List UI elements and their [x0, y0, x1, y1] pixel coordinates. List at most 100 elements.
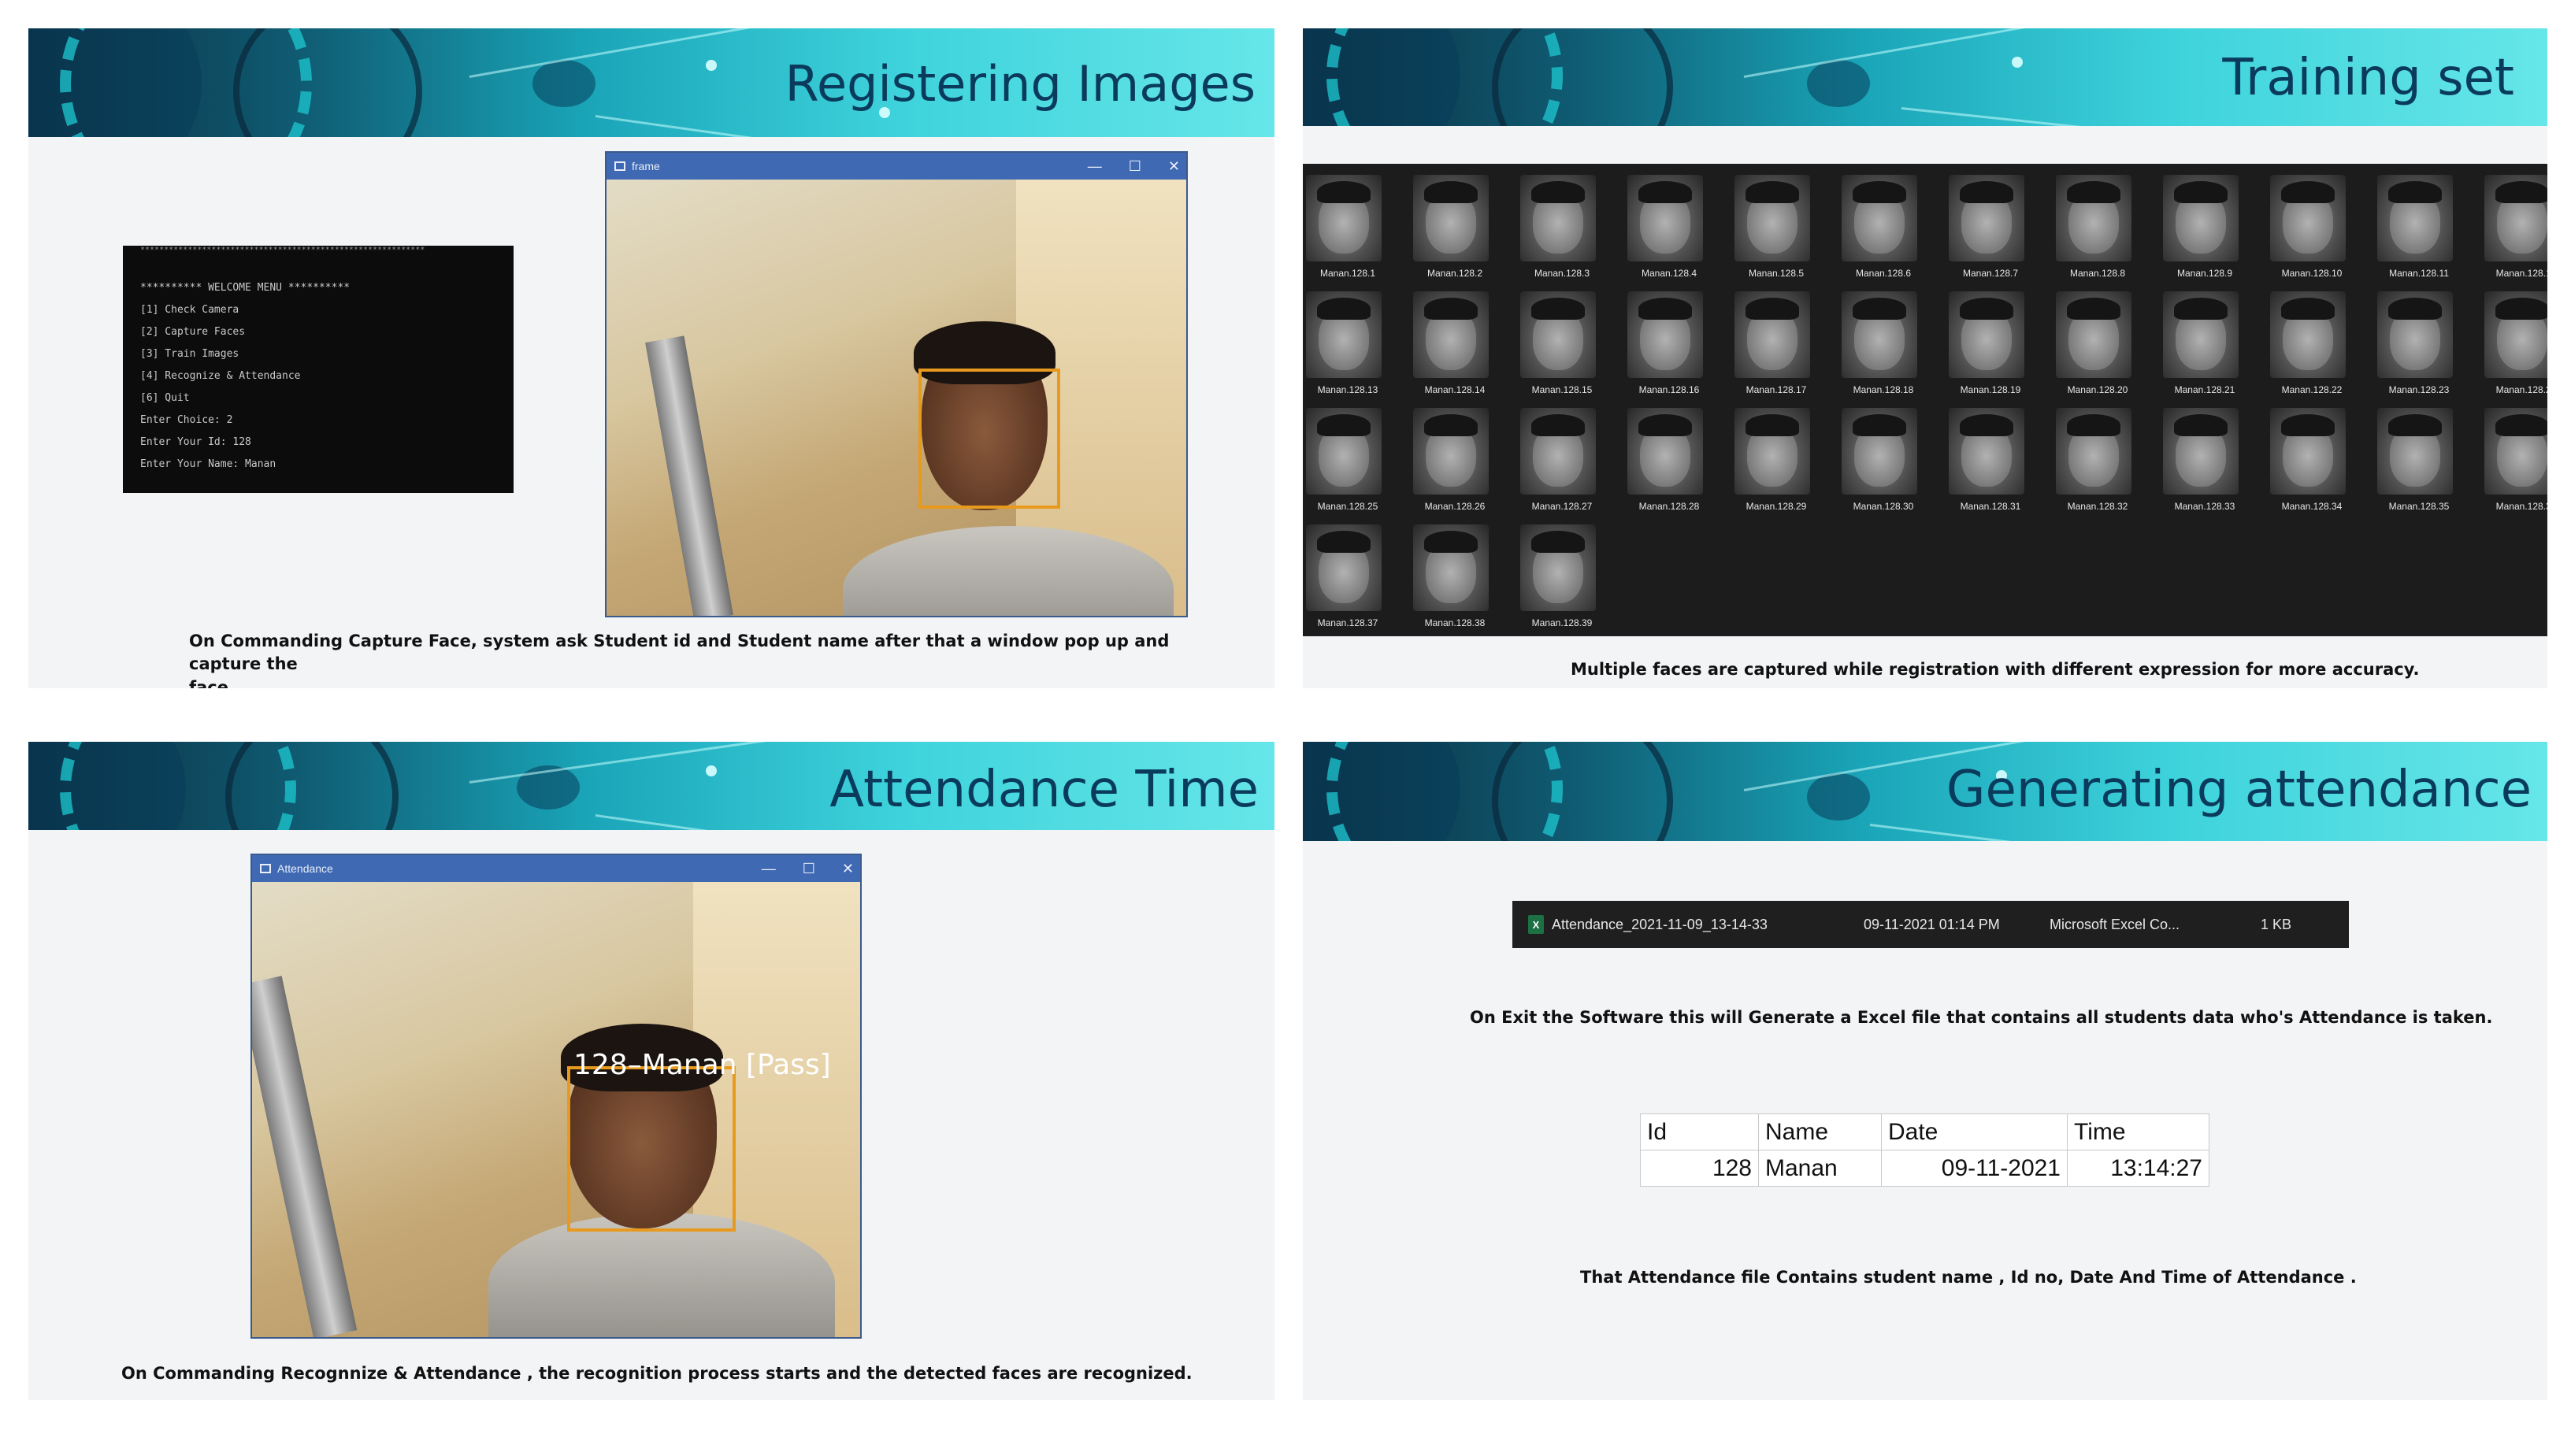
training-thumbnail[interactable]: Manan.128.15 [1520, 291, 1605, 408]
slide-title: Generating attendance [1946, 761, 2532, 819]
training-thumbnail[interactable]: Manan.128.18 [1842, 291, 1927, 408]
thumbnail-label: Manan.128.30 [1853, 501, 1914, 512]
maximize-icon[interactable]: ☐ [1129, 158, 1141, 175]
training-thumbnail[interactable]: Manan.128.3 [1520, 175, 1605, 291]
thumbnail-label: Manan.128.2 [1426, 268, 1483, 279]
face-thumbnail-image [1734, 175, 1810, 261]
training-thumbnail[interactable]: Manan.128.4 [1627, 175, 1712, 291]
training-thumbnail[interactable]: Manan.128.29 [1734, 408, 1820, 524]
caption: That Attendance file Contains student na… [1580, 1268, 2357, 1287]
training-thumbnail[interactable]: Manan.128.11 [2377, 175, 2462, 291]
training-thumbnail[interactable]: Manan.128.8 [2056, 175, 2141, 291]
window-title: frame [632, 160, 660, 172]
minimize-icon[interactable]: — [762, 861, 776, 877]
banner: Training set [1303, 28, 2547, 126]
close-icon[interactable]: ✕ [1168, 158, 1180, 175]
minimize-icon[interactable]: — [1088, 158, 1102, 175]
thumbnail-label: Manan.128.15 [1531, 384, 1593, 395]
face-thumbnail-image [1520, 408, 1596, 495]
training-thumbnail[interactable]: Manan.128.38 [1413, 524, 1498, 636]
training-thumbnail[interactable]: Manan.128.7 [1949, 175, 2034, 291]
thumbnail-label: Manan.128.5 [1748, 268, 1805, 279]
file-modified: 09-11-2021 01:14 PM [1864, 916, 2000, 932]
training-thumbnail[interactable]: Manan.128.26 [1413, 408, 1498, 524]
thumbnail-label: Manan.128.31 [1960, 501, 2021, 512]
thumbnail-label: Manan.128.18 [1853, 384, 1914, 395]
window-title-bar[interactable]: frame — ☐ ✕ [607, 153, 1186, 180]
training-thumbnail[interactable]: Manan.128.20 [2056, 291, 2141, 408]
training-thumbnail[interactable]: Manan.128.30 [1842, 408, 1927, 524]
training-thumbnail[interactable]: Manan.128.24 [2484, 291, 2547, 408]
slide-attendance-time: Attendance Time Attendance — ☐ ✕ 128–Man… [28, 742, 1274, 1400]
training-thumbnail[interactable]: Manan.128.31 [1949, 408, 2034, 524]
maximize-icon[interactable]: ☐ [803, 861, 815, 877]
terminal-line: [6] Quit [140, 392, 190, 404]
training-thumbnail[interactable]: Manan.128.9 [2163, 175, 2248, 291]
slide-title: Registering Images [785, 55, 1256, 113]
training-thumbnail[interactable]: Manan.128.33 [2163, 408, 2248, 524]
window-title-bar[interactable]: Attendance — ☐ ✕ [252, 855, 860, 882]
window-app-icon [260, 864, 271, 873]
training-thumbnail[interactable]: Manan.128.6 [1842, 175, 1927, 291]
thumbnail-label: Manan.128.33 [2174, 501, 2235, 512]
face-thumbnail-image [1520, 175, 1596, 261]
face-thumbnail-image [1520, 524, 1596, 611]
training-thumbnail[interactable]: Manan.128.21 [2163, 291, 2248, 408]
training-thumbnail[interactable]: Manan.128.32 [2056, 408, 2141, 524]
training-thumbnail[interactable]: Manan.128.27 [1520, 408, 1605, 524]
face-thumbnail-image [1949, 408, 2024, 495]
training-thumbnail[interactable]: Manan.128.35 [2377, 408, 2462, 524]
slide-generating-attendance: Generating attendance X Attendance_2021-… [1303, 742, 2547, 1400]
thumbnail-label: Manan.128.25 [1317, 501, 1378, 512]
terminal-line: [2] Capture Faces [140, 326, 246, 338]
training-thumbnail[interactable]: Manan.128.23 [2377, 291, 2462, 408]
training-thumbnail[interactable]: Manan.128.5 [1734, 175, 1820, 291]
face-thumbnail-image [1627, 175, 1703, 261]
training-thumbnail[interactable]: Manan.128.37 [1306, 524, 1391, 636]
thumbnail-label: Manan.128.17 [1746, 384, 1807, 395]
training-thumbnail[interactable]: Manan.128.25 [1306, 408, 1391, 524]
thumbnail-label: Manan.128.32 [2067, 501, 2128, 512]
terminal-line: [4] Recognize & Attendance [140, 370, 301, 382]
file-list-row[interactable]: X Attendance_2021-11-09_13-14-33 09-11-2… [1512, 901, 2349, 948]
training-thumbnail[interactable]: Manan.128.13 [1306, 291, 1391, 408]
face-thumbnail-image [2270, 175, 2346, 261]
training-thumbnail[interactable]: Manan.128.36 [2484, 408, 2547, 524]
thumbnail-label: Manan.128.28 [1638, 501, 1700, 512]
thumbnail-label: Manan.128.6 [1855, 268, 1912, 279]
terminal-line: ****************************************… [140, 246, 425, 254]
thumbnail-label: Manan.128.13 [1317, 384, 1378, 395]
training-thumbnail[interactable]: Manan.128.1 [1306, 175, 1391, 291]
training-thumbnail[interactable]: Manan.128.14 [1413, 291, 1498, 408]
training-thumbnail[interactable]: Manan.128.39 [1520, 524, 1605, 636]
thumbnail-label: Manan.128.26 [1424, 501, 1486, 512]
window-title: Attendance [277, 862, 333, 875]
training-thumbnail[interactable]: Manan.128.16 [1627, 291, 1712, 408]
thumbnail-label: Manan.128.27 [1531, 501, 1593, 512]
close-icon[interactable]: ✕ [842, 861, 854, 877]
training-thumbnail[interactable]: Manan.128.34 [2270, 408, 2355, 524]
training-thumbnail[interactable]: Manan.128.28 [1627, 408, 1712, 524]
training-images-grid: Manan.128.1 Manan.128.2 Manan.128.3 Manan.1… [1303, 164, 2547, 636]
training-thumbnail[interactable]: Manan.128.19 [1949, 291, 2034, 408]
thumbnail-label: Manan.128.14 [1424, 384, 1486, 395]
training-thumbnail[interactable]: Manan.128.2 [1413, 175, 1498, 291]
face-thumbnail-image [1413, 524, 1489, 611]
training-thumbnail[interactable]: Manan.128.10 [2270, 175, 2355, 291]
face-thumbnail-image [1734, 291, 1810, 378]
thumbnail-label: Manan.128.10 [2281, 268, 2343, 279]
banner: Registering Images [28, 28, 1274, 137]
training-thumbnail[interactable]: Manan.128.12 [2484, 175, 2547, 291]
thumbnail-label: Manan.128.4 [1641, 268, 1697, 279]
terminal-line: [1] Check Camera [140, 304, 239, 316]
attendance-window[interactable]: Attendance — ☐ ✕ 128–Manan [Pass] [250, 854, 862, 1339]
face-detection-box [918, 369, 1060, 509]
recognition-label: 128–Manan [Pass] [573, 1049, 831, 1081]
training-thumbnail[interactable]: Manan.128.17 [1734, 291, 1820, 408]
thumbnail-label: Manan.128.36 [2495, 501, 2547, 512]
thumbnail-label: Manan.128.34 [2281, 501, 2343, 512]
training-thumbnail[interactable]: Manan.128.22 [2270, 291, 2355, 408]
frame-window[interactable]: frame — ☐ ✕ [605, 151, 1188, 617]
face-thumbnail-image [2484, 175, 2547, 261]
attendance-spreadsheet: Id Name Date Time 128 Manan 09-11-2021 1… [1640, 1113, 2209, 1187]
